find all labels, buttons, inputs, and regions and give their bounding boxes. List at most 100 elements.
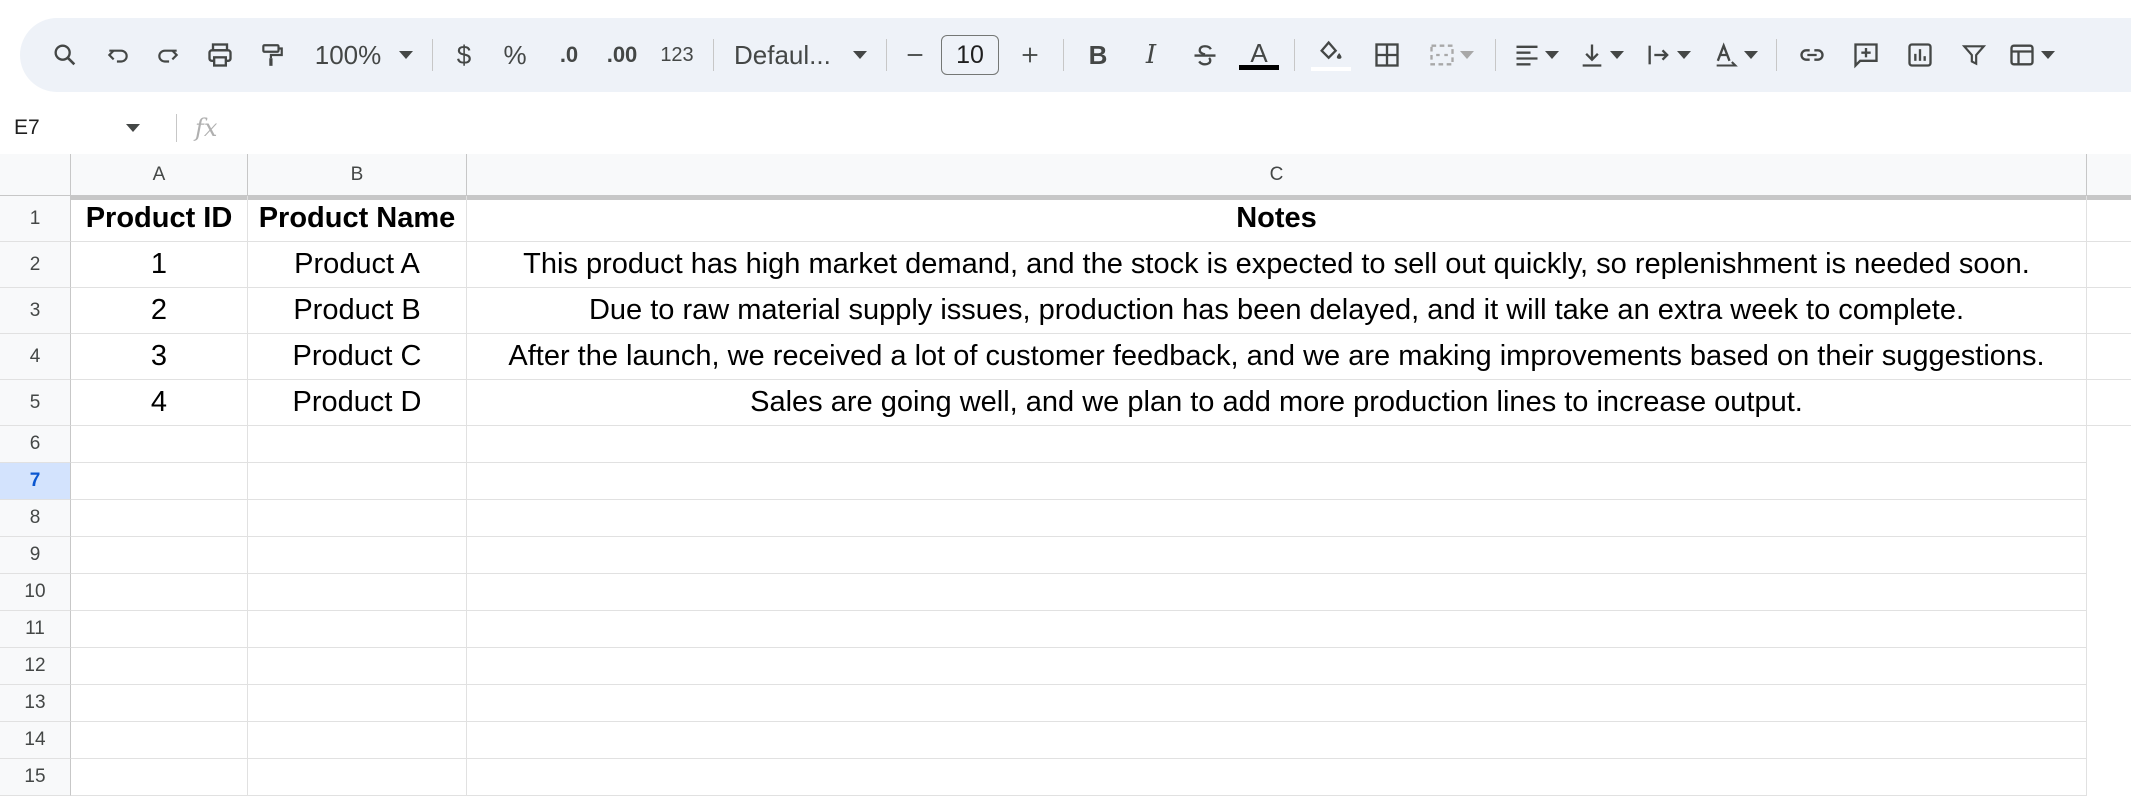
cell-c4[interactable]: After the launch, we received a lot of c… [467,334,2087,380]
borders-button[interactable] [1359,31,1415,79]
cell-a2[interactable]: 1 [71,242,248,288]
bold-button[interactable]: B [1072,31,1124,79]
cell-empty[interactable] [248,537,467,574]
create-filter-button[interactable] [1947,31,2001,79]
cell-empty[interactable] [71,537,248,574]
cell-d4[interactable] [2087,334,2131,380]
font-size-input[interactable]: 10 [941,35,999,75]
cell-b2[interactable]: Product A [248,242,467,288]
insert-link-button[interactable] [1785,31,1839,79]
select-all-corner[interactable] [0,154,71,196]
row-header[interactable]: 13 [0,685,71,722]
cell-empty[interactable] [248,759,467,796]
row-header[interactable]: 12 [0,648,71,685]
cell-d2[interactable] [2087,242,2131,288]
cell-d3[interactable] [2087,288,2131,334]
cell-empty[interactable] [71,759,248,796]
column-header-a[interactable]: A [71,154,248,196]
cell-empty[interactable] [248,463,467,500]
cell-empty[interactable] [248,611,467,648]
cell-a4[interactable]: 3 [71,334,248,380]
cell-empty[interactable] [248,685,467,722]
row-header[interactable]: 15 [0,759,71,796]
fill-color-button[interactable] [1303,31,1359,79]
cell-c5[interactable]: Sales are going well, and we plan to add… [467,380,2087,426]
row-header[interactable]: 6 [0,426,71,463]
cell-empty[interactable] [467,685,2087,722]
row-header[interactable]: 4 [0,334,71,380]
font-family-select[interactable]: Defaul... [734,31,874,79]
cell-empty[interactable] [467,722,2087,759]
insert-comment-button[interactable] [1839,31,1893,79]
format-currency-button[interactable]: $ [441,31,487,79]
zoom-select[interactable]: 100% [310,31,418,79]
text-rotation-button[interactable] [1702,31,1768,79]
cell-a1[interactable]: Product ID [71,196,248,242]
decrease-font-size-button[interactable] [895,31,935,79]
cell-empty[interactable] [71,685,248,722]
cell-empty[interactable] [467,648,2087,685]
cell-empty[interactable] [71,426,248,463]
cell-a3[interactable]: 2 [71,288,248,334]
increase-decimal-button[interactable]: .00 [595,31,649,79]
formula-input[interactable] [217,108,2131,148]
cell-empty[interactable] [248,648,467,685]
cell-a5[interactable]: 4 [71,380,248,426]
row-header[interactable]: 10 [0,574,71,611]
cell-empty[interactable] [467,463,2087,500]
text-color-button[interactable]: A [1232,31,1286,79]
column-header-b[interactable]: B [248,154,467,196]
cell-b3[interactable]: Product B [248,288,467,334]
italic-button[interactable]: I [1124,31,1178,79]
vertical-align-button[interactable] [1568,31,1634,79]
row-header[interactable]: 14 [0,722,71,759]
horizontal-align-button[interactable] [1504,31,1568,79]
cell-empty[interactable] [467,611,2087,648]
row-header[interactable]: 2 [0,242,71,288]
merge-cells-button[interactable] [1415,31,1487,79]
row-header[interactable]: 11 [0,611,71,648]
cell-empty[interactable] [467,426,2087,463]
redo-icon[interactable] [144,31,192,79]
cell-empty[interactable] [248,500,467,537]
increase-font-size-button[interactable] [1005,31,1055,79]
more-formats-button[interactable]: 123 [649,31,705,79]
cell-empty[interactable] [248,574,467,611]
cell-d1[interactable] [2087,196,2131,242]
cell-c3[interactable]: Due to raw material supply issues, produ… [467,288,2087,334]
text-wrapping-button[interactable] [1634,31,1702,79]
cell-d5[interactable] [2087,380,2131,426]
row-header-active[interactable]: 7 [0,463,71,500]
cell-empty[interactable] [71,648,248,685]
row-header[interactable]: 1 [0,196,71,242]
undo-icon[interactable] [92,31,144,79]
cell-empty[interactable] [248,426,467,463]
cell-c2[interactable]: This product has high market demand, and… [467,242,2087,288]
cell-c1[interactable]: Notes [467,196,2087,242]
format-percent-button[interactable]: % [487,31,543,79]
cell-empty[interactable] [71,722,248,759]
cell-empty[interactable] [71,500,248,537]
cell-empty[interactable] [71,611,248,648]
row-header[interactable]: 3 [0,288,71,334]
row-header[interactable]: 9 [0,537,71,574]
column-header-c[interactable]: C [467,154,2087,196]
row-header[interactable]: 5 [0,380,71,426]
cell-empty[interactable] [71,574,248,611]
cell-b4[interactable]: Product C [248,334,467,380]
cell-b1[interactable]: Product Name [248,196,467,242]
table-button[interactable] [2001,31,2061,79]
strikethrough-button[interactable] [1178,31,1232,79]
cell-b5[interactable]: Product D [248,380,467,426]
row-header[interactable]: 8 [0,500,71,537]
decrease-decimal-button[interactable]: .0 [543,31,595,79]
cell-empty[interactable] [71,463,248,500]
paint-format-icon[interactable] [248,31,296,79]
cell-empty[interactable] [467,759,2087,796]
cell-empty[interactable] [467,500,2087,537]
column-header-d[interactable] [2087,154,2131,196]
print-icon[interactable] [192,31,248,79]
cell-empty[interactable] [467,537,2087,574]
cell-empty[interactable] [467,574,2087,611]
name-box[interactable]: E7 [0,108,160,148]
